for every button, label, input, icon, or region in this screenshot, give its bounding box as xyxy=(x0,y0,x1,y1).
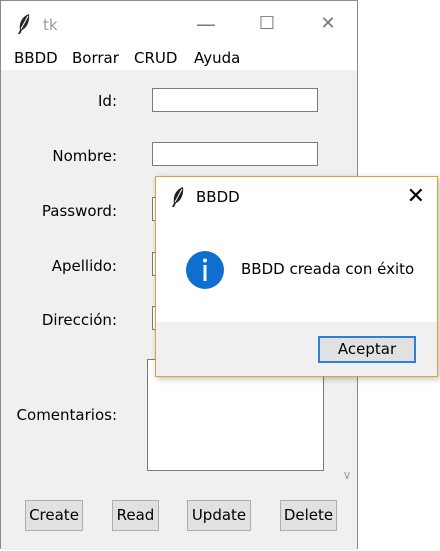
id-label: Id: xyxy=(98,92,117,110)
dialog-footer: Aceptar xyxy=(156,322,437,376)
minimize-button[interactable]: — xyxy=(191,13,221,35)
maximize-button[interactable]: ☐ xyxy=(252,13,282,35)
create-button[interactable]: Create xyxy=(25,500,83,531)
apellido-label: Apellido: xyxy=(51,257,117,275)
dialog-body: BBDD creada con éxito xyxy=(156,222,437,322)
menu-bbdd[interactable]: BBDD xyxy=(14,49,58,67)
delete-button[interactable]: Delete xyxy=(280,500,337,531)
dialog-close-button[interactable]: ✕ xyxy=(407,184,425,209)
scroll-down-icon[interactable]: ∨ xyxy=(338,468,356,484)
nombre-label: Nombre: xyxy=(52,147,117,165)
nombre-field[interactable] xyxy=(152,142,318,166)
close-button[interactable]: ✕ xyxy=(313,13,343,35)
read-button[interactable]: Read xyxy=(112,500,159,531)
menu-borrar[interactable]: Borrar xyxy=(72,49,119,67)
accept-button[interactable]: Aceptar xyxy=(318,336,416,363)
direccion-label: Dirección: xyxy=(41,311,117,329)
id-field[interactable] xyxy=(152,88,318,112)
password-label: Password: xyxy=(41,202,117,220)
dialog-title: BBDD xyxy=(196,188,240,206)
menu-crud[interactable]: CRUD xyxy=(134,49,177,67)
feather-icon xyxy=(172,187,184,207)
comentarios-scrollbar[interactable]: ∨ xyxy=(338,359,356,484)
feather-icon xyxy=(18,14,30,34)
menu-ayuda[interactable]: Ayuda xyxy=(194,49,240,67)
dialog-message: BBDD creada con éxito xyxy=(241,260,415,278)
message-dialog: BBDD ✕ BBDD creada con éxito Aceptar xyxy=(155,176,438,377)
window-title: tk xyxy=(43,16,58,34)
comentarios-label: Comentarios: xyxy=(16,406,117,424)
info-icon xyxy=(186,251,224,289)
update-button[interactable]: Update xyxy=(187,500,251,531)
menu-bar: BBDD Borrar CRUD Ayuda xyxy=(1,46,357,70)
title-bar[interactable]: tk — ☐ ✕ xyxy=(1,1,357,46)
